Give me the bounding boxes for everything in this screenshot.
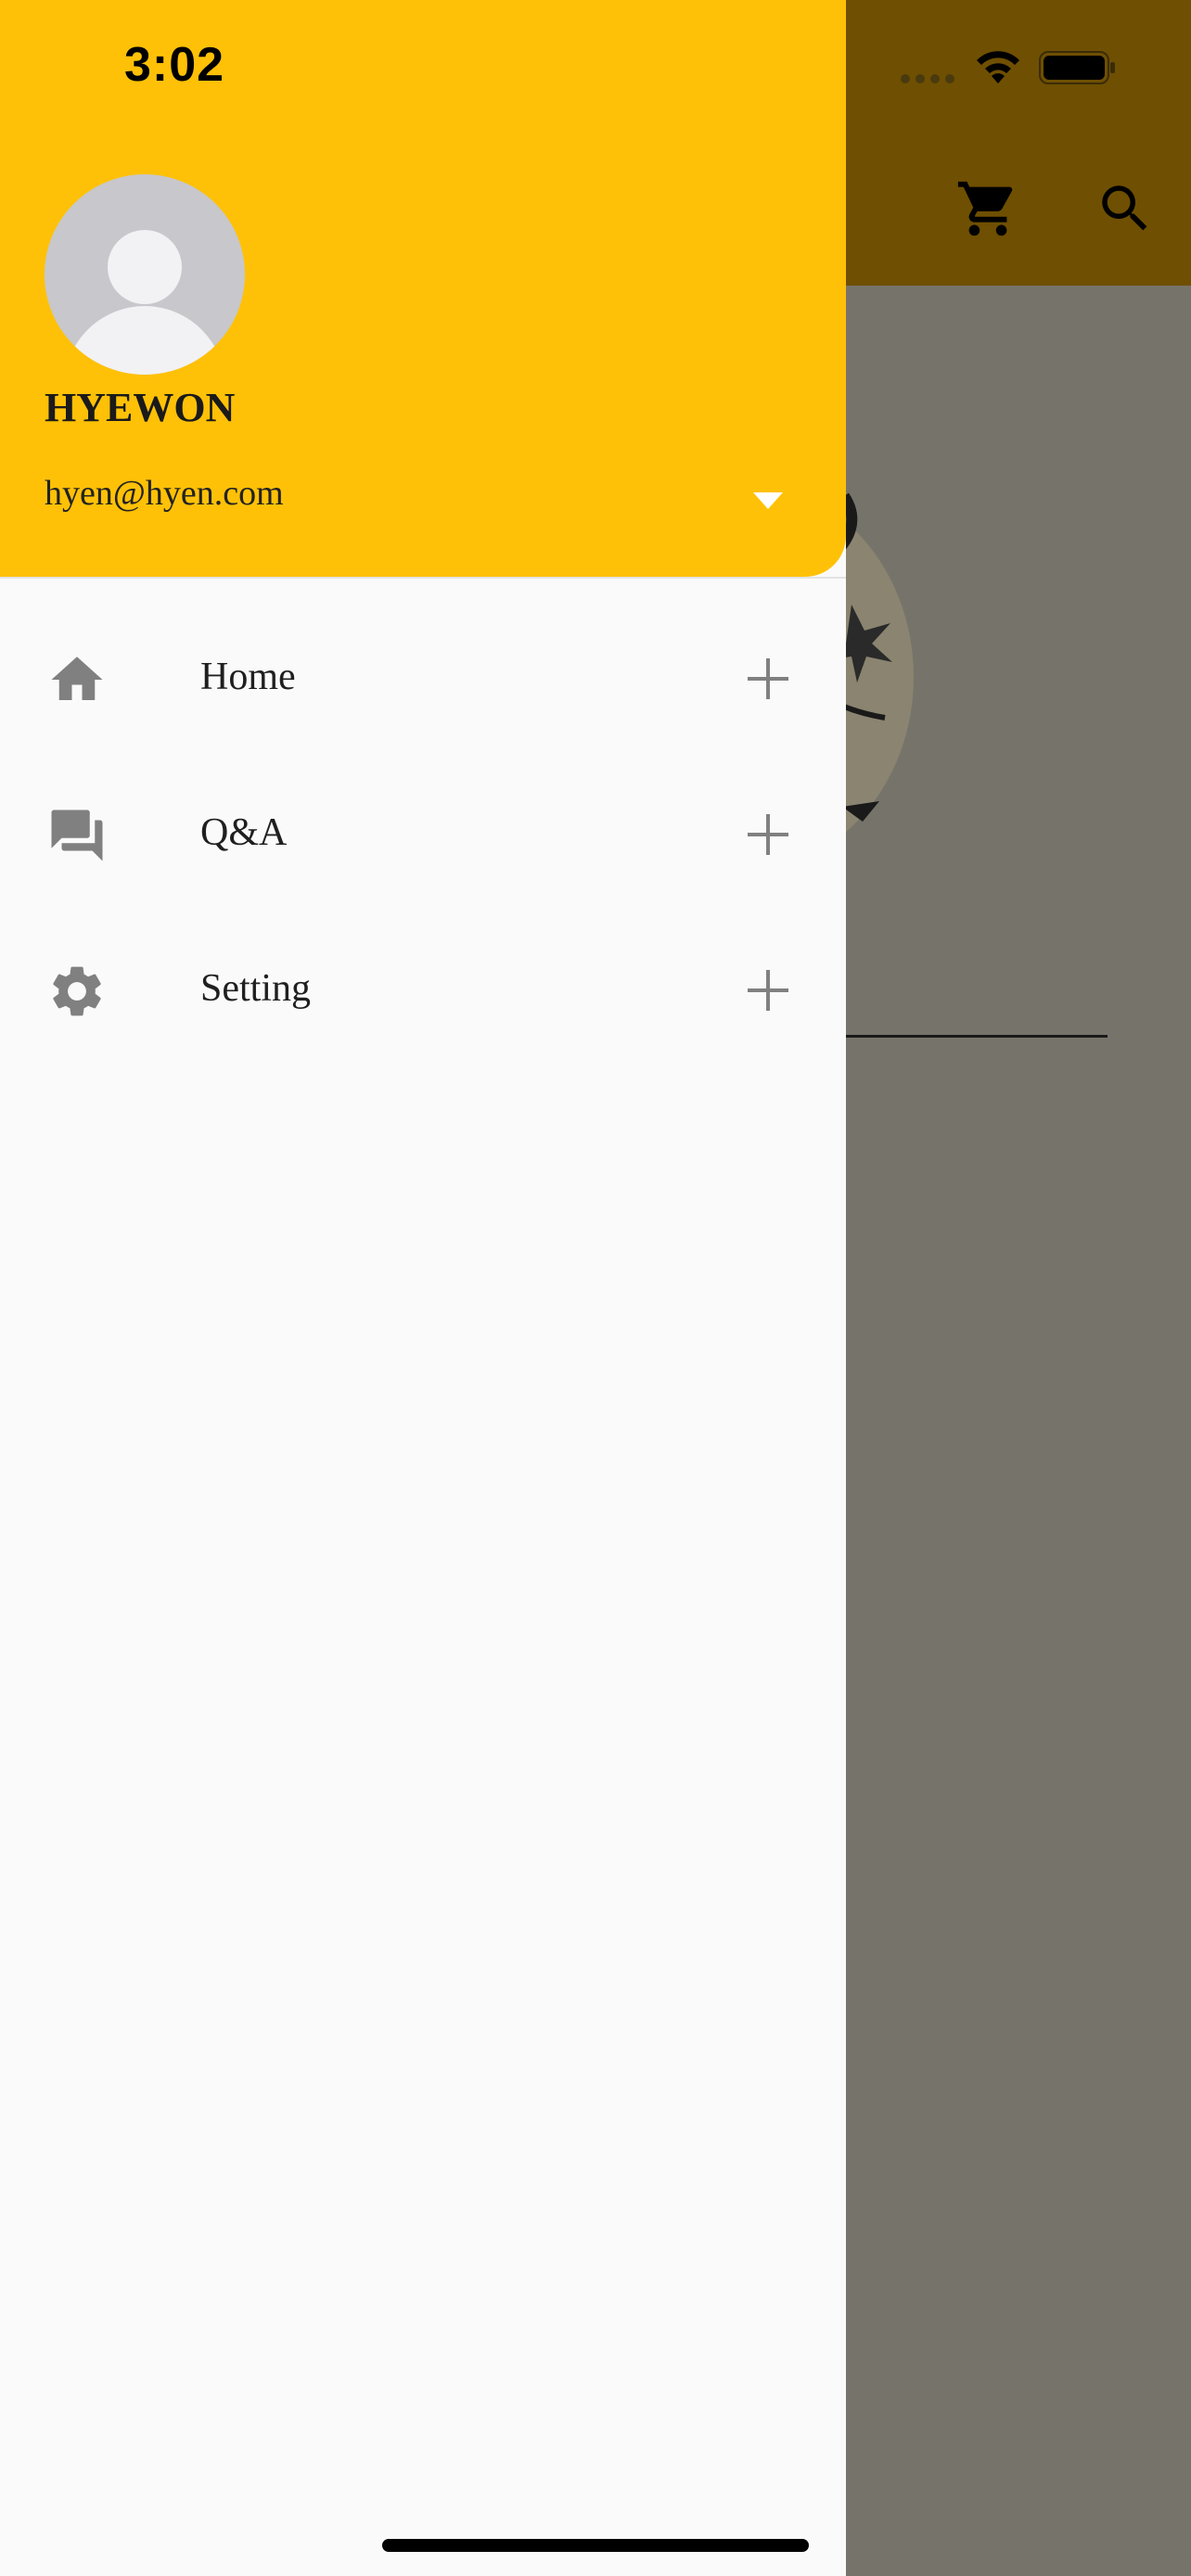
- account-dropdown-icon[interactable]: [742, 480, 794, 521]
- drawer-item-qna[interactable]: Q&A: [0, 755, 846, 911]
- header-divider: [0, 577, 846, 579]
- account-name: HYEWON: [45, 385, 236, 430]
- battery-icon: [1039, 51, 1117, 84]
- wifi-icon: [974, 48, 1022, 85]
- cart-icon[interactable]: [955, 176, 1020, 241]
- cellular-signal-icon: [900, 72, 957, 89]
- expand-plus-icon[interactable]: [742, 964, 794, 1016]
- drawer-item-label: Home: [200, 656, 296, 698]
- search-icon[interactable]: [1095, 178, 1156, 239]
- avatar[interactable]: [45, 174, 245, 375]
- account-header: 3:02 HYEWON hyen@hyen.com: [0, 0, 846, 577]
- person-icon: [64, 230, 225, 375]
- forum-icon: [46, 805, 108, 866]
- drawer-item-label: Q&A: [200, 811, 288, 854]
- drawer-item-home[interactable]: Home: [0, 599, 846, 755]
- home-icon: [46, 649, 108, 710]
- drawer-item-label: Setting: [200, 967, 312, 1010]
- home-indicator[interactable]: [382, 2539, 809, 2552]
- expand-plus-icon[interactable]: [742, 809, 794, 861]
- status-time: 3:02: [124, 38, 225, 92]
- expand-plus-icon[interactable]: [742, 653, 794, 705]
- drawer-item-setting[interactable]: Setting: [0, 911, 846, 1066]
- account-email: hyen@hyen.com: [45, 474, 284, 513]
- settings-icon: [46, 961, 108, 1022]
- background-underline: [846, 1035, 1108, 1038]
- navigation-drawer: 3:02 HYEWON hyen@hyen.com Home Q&A Setti…: [0, 0, 846, 2576]
